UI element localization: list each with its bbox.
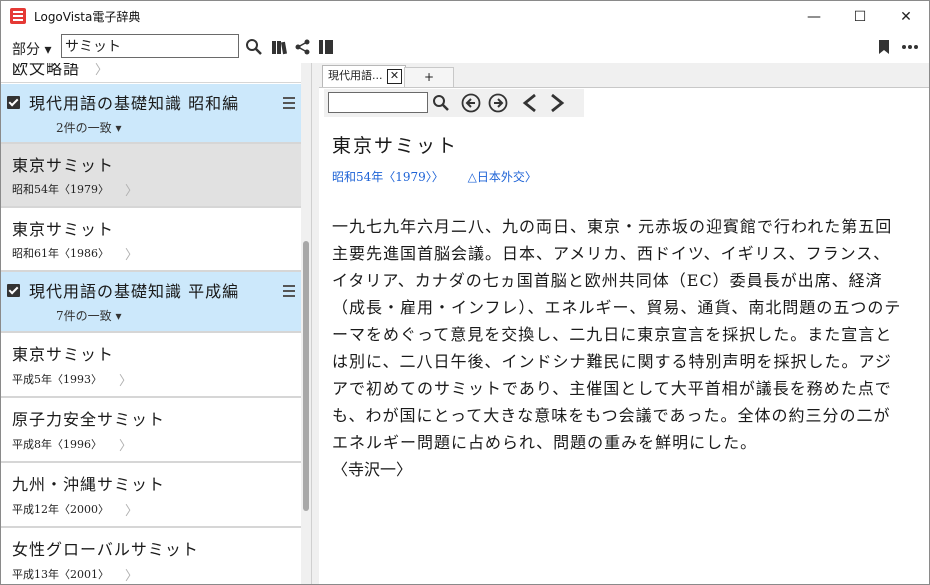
search-icon[interactable] xyxy=(244,37,264,57)
chevron-right-icon: 〉 xyxy=(119,374,133,389)
list-item[interactable]: 女性グローバルサミット 平成13年〈2001〉 〉 xyxy=(1,528,301,584)
close-window-button[interactable]: ✕ xyxy=(883,1,929,32)
list-item[interactable]: 東京サミット 平成5年〈1993〉 〉 xyxy=(1,333,301,398)
list-item-title: 東京サミット xyxy=(12,220,115,239)
dictionary-group-header[interactable]: 現代用語の基礎知識 平成編 7件の一致 ▾ xyxy=(1,272,301,333)
list-item-title: 東京サミット xyxy=(12,156,115,175)
article-content: 東京サミット 昭和54年〈1979〉〉 △日本外交〉 一九七九年六月二八、九の両… xyxy=(332,131,912,483)
add-tab-button[interactable]: + xyxy=(404,67,454,87)
find-next-icon[interactable] xyxy=(487,92,509,114)
window-title: LogoVista電子辞典 xyxy=(34,10,141,24)
list-item-title: 女性グローバルサミット xyxy=(12,540,199,559)
tab-bar: 現代用語... ✕ + xyxy=(319,63,929,88)
group-title: 現代用語の基礎知識 平成編 xyxy=(29,282,240,301)
list-item-subtitle: 平成12年〈2000〉 xyxy=(12,503,109,516)
era-link[interactable]: 昭和54年〈1979〉〉 xyxy=(332,170,444,184)
share-icon[interactable] xyxy=(293,37,313,57)
list-item[interactable]: 九州・沖縄サミット 平成12年〈2000〉 〉 xyxy=(1,463,301,528)
list-icon[interactable] xyxy=(281,285,295,297)
tab-article[interactable]: 現代用語... ✕ xyxy=(322,65,406,87)
maximize-button[interactable]: ☐ xyxy=(837,1,883,32)
article-body: 一九七九年六月二八、九の両日、東京・元赤坂の迎賓館で行われた第五回主要先進国首脳… xyxy=(332,217,902,452)
group-match-count[interactable]: 2件の一致 ▾ xyxy=(56,119,121,136)
list-item-subtitle: 昭和61年〈1986〉 xyxy=(12,247,109,260)
chevron-right-icon: 〉 xyxy=(125,504,139,519)
app-logo-icon xyxy=(10,8,26,24)
chevron-right-icon: 〉 xyxy=(125,248,139,263)
title-bar: LogoVista電子辞典 — ☐ ✕ xyxy=(1,1,929,32)
chevron-right-icon: 〉 xyxy=(125,184,139,199)
search-scope-dropdown[interactable]: 部分 ▾ xyxy=(12,39,51,59)
chevron-right-icon: 〉 xyxy=(125,569,139,584)
find-in-article-input[interactable] xyxy=(328,92,428,113)
list-item-title: 九州・沖縄サミット xyxy=(12,475,166,494)
find-previous-icon[interactable] xyxy=(460,92,482,114)
list-item-title: 東京サミット xyxy=(12,345,115,364)
list-icon[interactable] xyxy=(281,97,295,109)
back-arrow-icon[interactable] xyxy=(519,92,541,114)
list-item-title: 原子力安全サミット xyxy=(12,410,166,429)
list-item-subtitle: 平成5年〈1993〉 xyxy=(12,373,102,386)
article-pane: 現代用語... ✕ + 東京サミット 昭和54年〈1979〉〉 △日本外交〉 一… xyxy=(319,63,929,584)
more-icon[interactable] xyxy=(900,37,920,57)
list-item-title: 欧文略語 xyxy=(12,63,81,78)
article-nav-bar xyxy=(324,89,584,117)
search-input[interactable]: サミット xyxy=(61,34,239,58)
chevron-right-icon: 〉 xyxy=(119,439,133,454)
group-title: 現代用語の基礎知識 昭和編 xyxy=(29,94,240,113)
close-tab-icon[interactable]: ✕ xyxy=(387,69,402,84)
article-author: 〈寺沢一〉 xyxy=(332,460,413,479)
list-scrollbar-thumb[interactable] xyxy=(303,241,309,511)
list-item-subtitle: 昭和54年〈1979〉 xyxy=(12,183,109,196)
result-list: 欧文略語 〉 現代用語の基礎知識 昭和編 2件の一致 ▾ 東京サミット 昭和54… xyxy=(1,63,311,584)
article-headword: 東京サミット xyxy=(332,135,459,157)
library-icon[interactable] xyxy=(270,37,290,57)
group-checkbox[interactable] xyxy=(7,96,20,109)
list-item[interactable]: 東京サミット 昭和61年〈1986〉 〉 xyxy=(1,208,301,272)
list-item[interactable]: 東京サミット 昭和54年〈1979〉 〉 xyxy=(1,144,301,208)
list-item[interactable]: 原子力安全サミット 平成8年〈1996〉 〉 xyxy=(1,398,301,463)
bookmark-icon[interactable] xyxy=(874,37,894,57)
article-meta: 昭和54年〈1979〉〉 △日本外交〉 xyxy=(332,168,912,185)
panel-toggle-icon[interactable] xyxy=(316,37,336,57)
chevron-right-icon: 〉 xyxy=(95,63,109,78)
tab-label: 現代用語... xyxy=(328,69,383,82)
group-match-count[interactable]: 7件の一致 ▾ xyxy=(56,307,121,324)
dictionary-group-header[interactable]: 現代用語の基礎知識 昭和編 2件の一致 ▾ xyxy=(1,84,301,144)
category-link[interactable]: △日本外交〉 xyxy=(468,170,537,184)
list-item[interactable]: 欧文略語 〉 xyxy=(1,63,301,83)
list-item-subtitle: 平成13年〈2001〉 xyxy=(12,568,109,581)
group-checkbox[interactable] xyxy=(7,284,20,297)
app-window: LogoVista電子辞典 — ☐ ✕ 部分 ▾ サミット 欧文略語 〉 現代用… xyxy=(0,0,930,585)
find-search-icon[interactable] xyxy=(430,92,452,114)
list-item-subtitle: 平成8年〈1996〉 xyxy=(12,438,102,451)
minimize-button[interactable]: — xyxy=(791,1,837,32)
forward-arrow-icon[interactable] xyxy=(546,92,568,114)
